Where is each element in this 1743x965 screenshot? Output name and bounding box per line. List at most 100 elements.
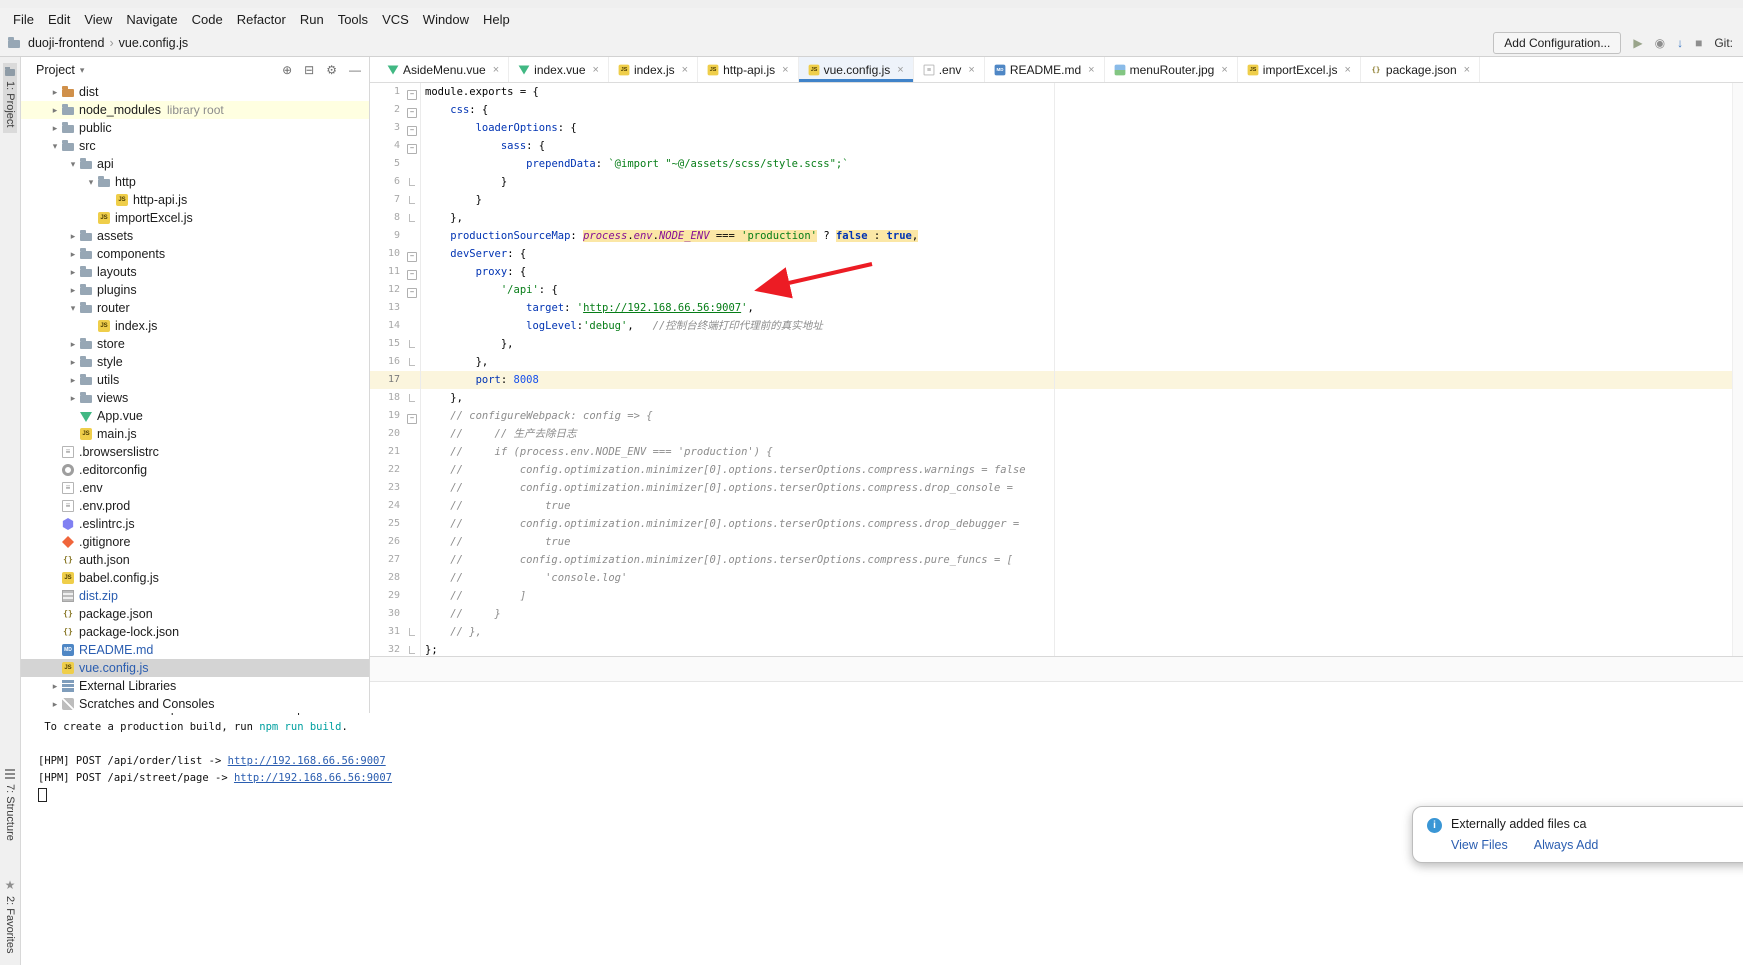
line-number[interactable]: 12 xyxy=(370,281,404,299)
fold-collapse-icon[interactable]: − xyxy=(407,414,417,424)
line-number[interactable]: 21 xyxy=(370,443,404,461)
menu-edit[interactable]: Edit xyxy=(41,12,77,27)
menu-view[interactable]: View xyxy=(77,12,119,27)
close-icon[interactable]: × xyxy=(682,64,688,76)
fold-collapse-icon[interactable]: − xyxy=(407,270,417,280)
tool-stripe-7-structure[interactable]: 7: Structure xyxy=(3,763,17,847)
debug-icon[interactable]: ◉ xyxy=(1655,36,1665,50)
code-line[interactable]: 24 // true xyxy=(370,497,1743,515)
line-number[interactable]: 3 xyxy=(370,119,404,137)
tree-item-app-vue[interactable]: App.vue xyxy=(20,407,369,425)
fold-collapse-icon[interactable]: − xyxy=(407,126,417,136)
code-line[interactable]: 16 }, xyxy=(370,353,1743,371)
code-line[interactable]: 20 // // 生产去除日志 xyxy=(370,425,1743,443)
terminal-url-link[interactable]: http://192.168.66.56:9007 xyxy=(228,755,386,767)
code-line[interactable]: 31 // }, xyxy=(370,623,1743,641)
tab-readme-md[interactable]: README.md× xyxy=(985,57,1105,82)
fold-collapse-icon[interactable]: − xyxy=(407,144,417,154)
tab-vue-config-js[interactable]: vue.config.js× xyxy=(799,57,914,82)
tree-item-main-js[interactable]: main.js xyxy=(20,425,369,443)
tree-item-importexcel-js[interactable]: importExcel.js xyxy=(20,209,369,227)
line-number[interactable]: 8 xyxy=(370,209,404,227)
code-line[interactable]: 18 }, xyxy=(370,389,1743,407)
chevron-down-icon[interactable]: ▾ xyxy=(80,65,85,76)
hide-panel-icon[interactable]: — xyxy=(349,63,361,77)
line-number[interactable]: 7 xyxy=(370,191,404,209)
tree-item-dist-zip[interactable]: dist.zip xyxy=(20,587,369,605)
line-number[interactable]: 16 xyxy=(370,353,404,371)
code-line[interactable]: 21 // if (process.env.NODE_ENV === 'prod… xyxy=(370,443,1743,461)
line-number[interactable]: 30 xyxy=(370,605,404,623)
line-number[interactable]: 19 xyxy=(370,407,404,425)
line-number[interactable]: 15 xyxy=(370,335,404,353)
tree-item-vue-config-js[interactable]: vue.config.js xyxy=(20,659,369,677)
chevron-right-icon[interactable]: ▸ xyxy=(66,267,80,278)
line-number[interactable]: 24 xyxy=(370,497,404,515)
close-icon[interactable]: × xyxy=(897,64,903,76)
locate-file-icon[interactable]: ⊕ xyxy=(282,63,292,77)
line-number[interactable]: 20 xyxy=(370,425,404,443)
always-add-link[interactable]: Always Add xyxy=(1534,838,1599,852)
tree-item-gitignore[interactable]: .gitignore xyxy=(20,533,369,551)
vcs-update-icon[interactable]: ↓ xyxy=(1677,36,1683,50)
tree-item-node-modules[interactable]: ▸node_moduleslibrary root xyxy=(20,101,369,119)
tree-item-api[interactable]: ▾api xyxy=(20,155,369,173)
tree-item-browserslistrc[interactable]: .browserslistrc xyxy=(20,443,369,461)
terminal-url-link[interactable]: http://192.168.66.56:9007 xyxy=(234,772,392,784)
code-line[interactable]: 23 // config.optimization.minimizer[0].o… xyxy=(370,479,1743,497)
close-icon[interactable]: × xyxy=(968,64,974,76)
close-icon[interactable]: × xyxy=(782,64,788,76)
chevron-right-icon[interactable]: ▸ xyxy=(48,681,62,692)
code-line[interactable]: 7 } xyxy=(370,191,1743,209)
tree-item-router[interactable]: ▾router xyxy=(20,299,369,317)
menu-tools[interactable]: Tools xyxy=(331,12,375,27)
tree-item-editorconfig[interactable]: .editorconfig xyxy=(20,461,369,479)
tree-item-http[interactable]: ▾http xyxy=(20,173,369,191)
chevron-right-icon[interactable]: ▸ xyxy=(66,339,80,350)
tab-index-vue[interactable]: index.vue× xyxy=(509,57,609,82)
tree-item-layouts[interactable]: ▸layouts xyxy=(20,263,369,281)
tool-stripe-1-project[interactable]: 1: Project xyxy=(3,63,17,133)
tree-item-scratches-and-consoles[interactable]: ▸Scratches and Consoles xyxy=(20,695,369,713)
collapse-all-icon[interactable]: ⊟ xyxy=(304,63,314,77)
code-line[interactable]: 27 // config.optimization.minimizer[0].o… xyxy=(370,551,1743,569)
line-number[interactable]: 23 xyxy=(370,479,404,497)
code-line[interactable]: 28 // 'console.log' xyxy=(370,569,1743,587)
fold-collapse-icon[interactable]: − xyxy=(407,252,417,262)
tree-item-env[interactable]: .env xyxy=(20,479,369,497)
tree-item-style[interactable]: ▸style xyxy=(20,353,369,371)
code-line[interactable]: 2− css: { xyxy=(370,101,1743,119)
tree-item-components[interactable]: ▸components xyxy=(20,245,369,263)
line-number[interactable]: 9 xyxy=(370,227,404,245)
chevron-right-icon[interactable]: ▸ xyxy=(66,375,80,386)
tree-item-plugins[interactable]: ▸plugins xyxy=(20,281,369,299)
menu-refactor[interactable]: Refactor xyxy=(230,12,293,27)
line-number[interactable]: 11 xyxy=(370,263,404,281)
tab-package-json[interactable]: package.json× xyxy=(1361,57,1480,82)
code-line[interactable]: 5 prependData: `@import "~@/assets/scss/… xyxy=(370,155,1743,173)
line-number[interactable]: 28 xyxy=(370,569,404,587)
line-number[interactable]: 13 xyxy=(370,299,404,317)
close-icon[interactable]: × xyxy=(1221,64,1227,76)
code-line[interactable]: 19− // configureWebpack: config => { xyxy=(370,407,1743,425)
chevron-right-icon[interactable]: ▸ xyxy=(48,105,62,116)
code-line[interactable]: 15 }, xyxy=(370,335,1743,353)
stop-icon[interactable]: ■ xyxy=(1695,36,1702,50)
breadcrumb-file[interactable]: vue.config.js xyxy=(119,36,188,50)
menu-vcs[interactable]: VCS xyxy=(375,12,416,27)
code-line[interactable]: 3− loaderOptions: { xyxy=(370,119,1743,137)
chevron-right-icon[interactable]: ▸ xyxy=(66,357,80,368)
run-icon[interactable]: ▶ xyxy=(1633,36,1642,50)
settings-gear-icon[interactable]: ⚙ xyxy=(326,63,337,77)
chevron-down-icon[interactable]: ▾ xyxy=(66,159,80,170)
tree-item-utils[interactable]: ▸utils xyxy=(20,371,369,389)
line-number[interactable]: 22 xyxy=(370,461,404,479)
chevron-right-icon[interactable]: ▸ xyxy=(48,87,62,98)
project-panel-title[interactable]: Project xyxy=(36,63,75,77)
tab-menurouter-jpg[interactable]: menuRouter.jpg× xyxy=(1105,57,1238,82)
line-number[interactable]: 26 xyxy=(370,533,404,551)
close-icon[interactable]: × xyxy=(493,64,499,76)
git-widget[interactable]: Git: xyxy=(1714,36,1733,50)
line-number[interactable]: 25 xyxy=(370,515,404,533)
tree-item-views[interactable]: ▸views xyxy=(20,389,369,407)
